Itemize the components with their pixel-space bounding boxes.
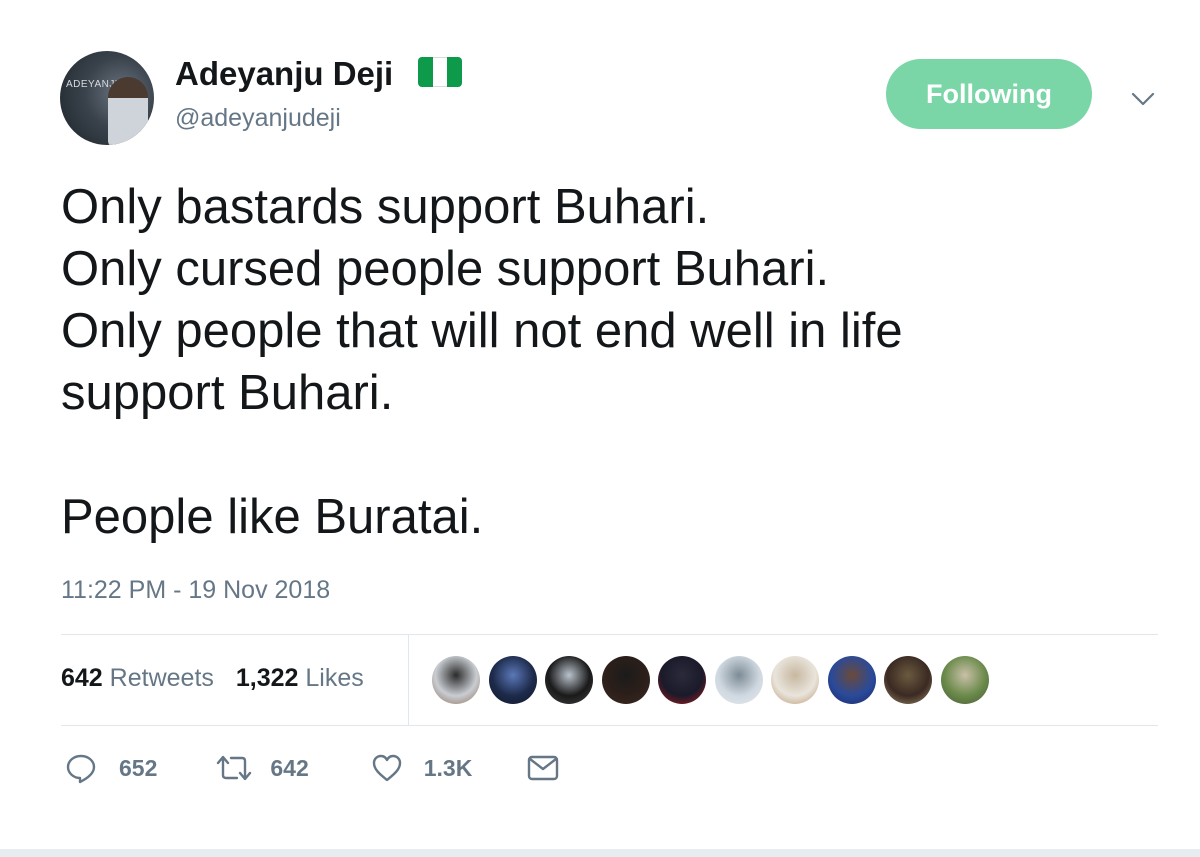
liker-avatar[interactable]	[432, 656, 480, 704]
tweet-line: Only bastards support Buhari.	[61, 180, 710, 234]
retweet-button[interactable]: 642	[215, 752, 309, 784]
bottom-border	[0, 849, 1200, 857]
direct-message-button[interactable]	[527, 755, 559, 781]
retweets-stat[interactable]: 642 Retweets	[61, 664, 214, 693]
like-count: 1.3K	[423, 754, 473, 781]
mail-icon	[527, 755, 559, 781]
reply-count: 652	[119, 754, 158, 781]
avatar-photo	[108, 77, 148, 145]
tweet-line: People like Buratai.	[61, 490, 484, 544]
reply-button[interactable]: 652	[65, 752, 157, 784]
liker-avatar[interactable]	[545, 656, 593, 704]
likes-stat[interactable]: 1,322 Likes	[236, 664, 364, 693]
tweet-line: support Buhari.	[61, 366, 394, 420]
chevron-down-icon[interactable]	[1128, 84, 1158, 114]
likers-avatars	[432, 656, 997, 704]
liker-avatar[interactable]	[827, 656, 876, 704]
liker-avatar[interactable]	[771, 656, 819, 704]
retweets-count: 642	[61, 664, 103, 692]
liker-avatar[interactable]	[884, 656, 932, 704]
retweet-icon	[215, 752, 253, 784]
tweet-line: Only people that will not end well in li…	[61, 304, 903, 358]
tweet-stats: 642 Retweets 1,322 Likes	[61, 664, 364, 693]
liker-avatar[interactable]	[488, 656, 537, 704]
heart-icon	[371, 753, 403, 783]
stats-divider	[408, 635, 409, 726]
reply-icon	[65, 752, 97, 784]
author-handle[interactable]: @adeyanjudeji	[175, 104, 341, 133]
tweet-card: ADEYANJU Adeyanju Deji @adeyanjudeji Fol…	[0, 0, 1200, 857]
liker-avatar[interactable]	[601, 656, 650, 704]
liker-avatar[interactable]	[714, 656, 763, 704]
author-display-name[interactable]: Adeyanju Deji	[175, 55, 393, 93]
divider	[61, 634, 1158, 635]
tweet-text: Only bastards support Buhari. Only curse…	[61, 176, 1141, 548]
tweet-actions: 652 642 1.3K	[65, 752, 559, 784]
divider	[61, 725, 1158, 726]
tweet-timestamp[interactable]: 11:22 PM - 19 Nov 2018	[61, 576, 330, 605]
nigeria-flag-icon	[418, 57, 462, 87]
liker-avatar[interactable]	[658, 656, 706, 704]
likes-count: 1,322	[235, 664, 299, 692]
liker-avatar[interactable]	[940, 656, 989, 704]
retweet-count: 642	[270, 754, 309, 781]
likes-label: Likes	[305, 664, 364, 692]
like-button[interactable]: 1.3K	[371, 753, 473, 783]
following-button[interactable]: Following	[886, 59, 1092, 129]
tweet-line: Only cursed people support Buhari.	[61, 242, 830, 296]
retweets-label: Retweets	[109, 664, 214, 692]
avatar[interactable]: ADEYANJU	[60, 51, 154, 145]
